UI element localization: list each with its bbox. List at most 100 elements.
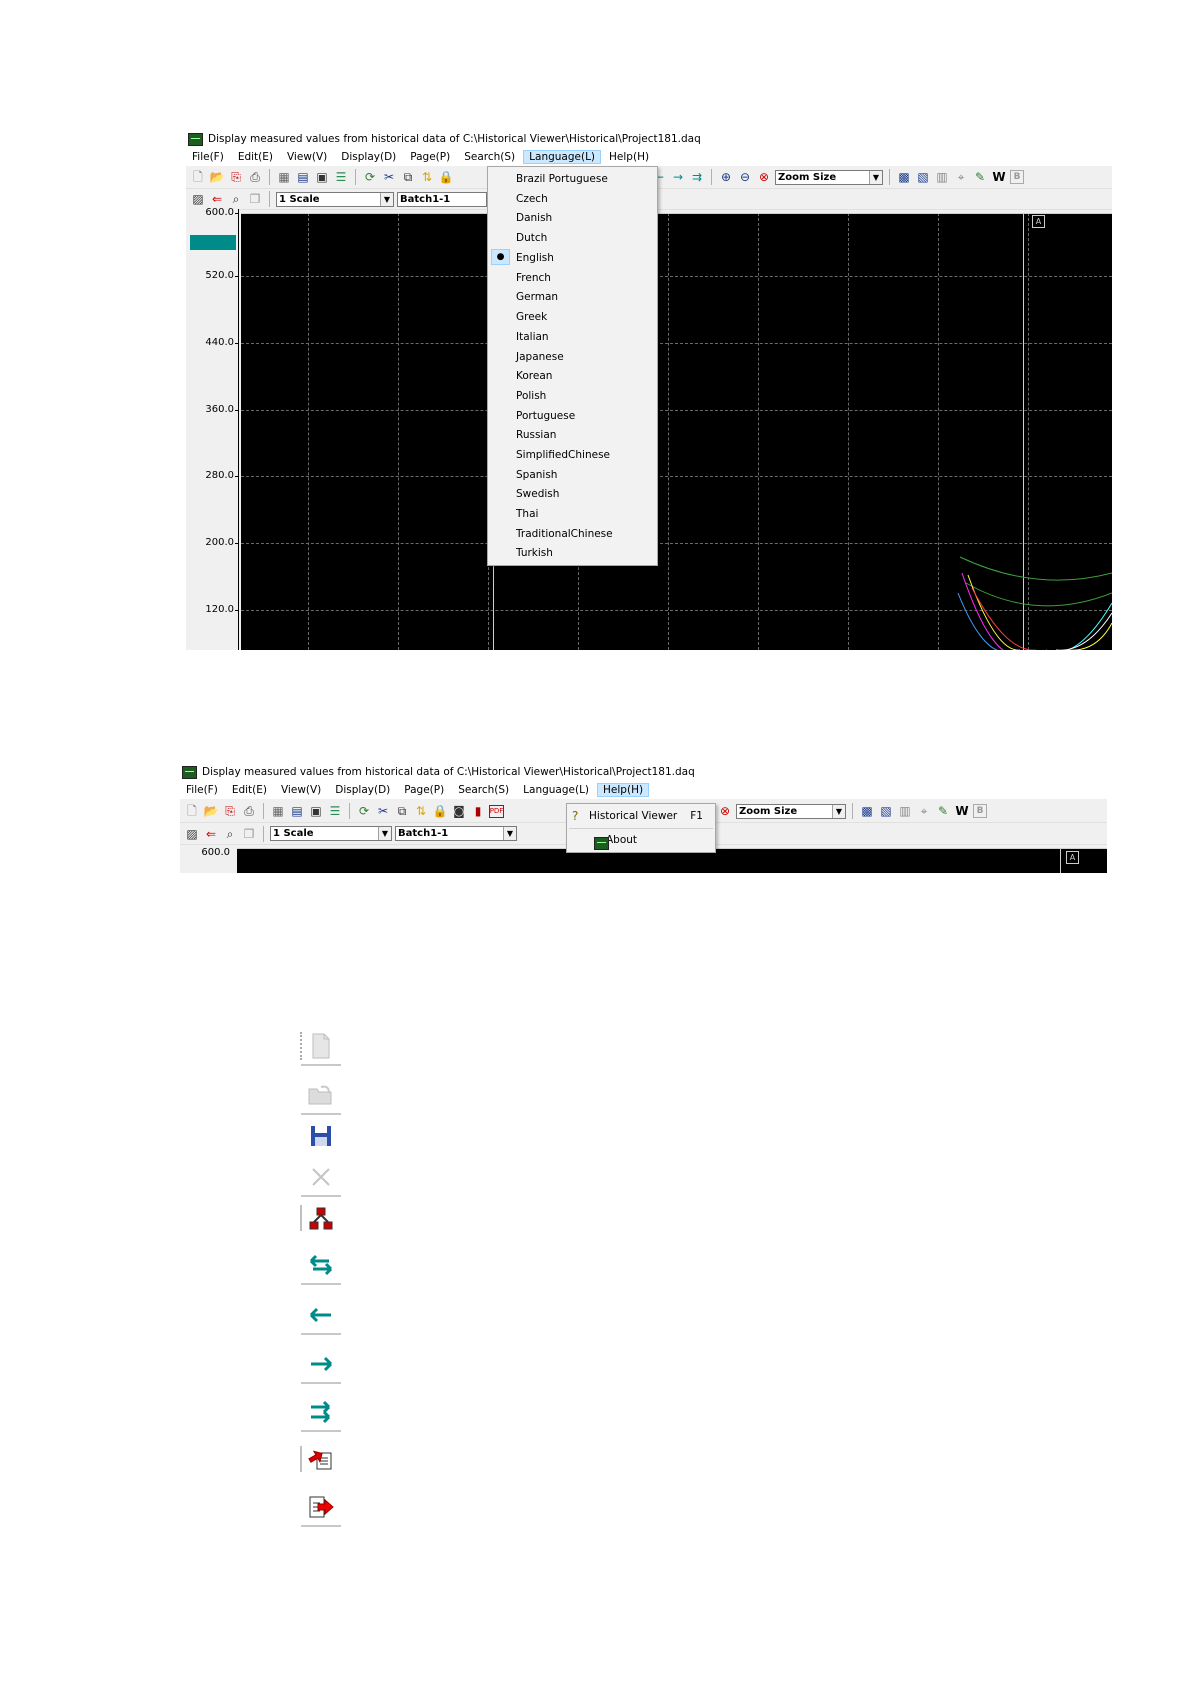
open-folder-icon[interactable]: 📂: [209, 169, 225, 185]
menu-display[interactable]: Display(D): [335, 150, 402, 164]
menu-file[interactable]: File(F): [186, 150, 230, 164]
batch-combo[interactable]: Batch1-1 ▼: [395, 826, 517, 841]
cursor-icon[interactable]: ⌖: [916, 803, 932, 819]
table-view-icon[interactable]: ▤: [295, 169, 311, 185]
table-view-icon[interactable]: ▤: [289, 803, 305, 819]
grid-view-icon[interactable]: ▦: [270, 803, 286, 819]
film-icon[interactable]: ▮: [470, 803, 486, 819]
new-document-button[interactable]: [300, 1026, 341, 1066]
language-item[interactable]: Turkish: [488, 544, 657, 562]
arrow-right-button[interactable]: [301, 1344, 341, 1384]
refresh-icon[interactable]: ⟳: [362, 169, 378, 185]
list-view-icon[interactable]: ☰: [333, 169, 349, 185]
chart-grid-icon[interactable]: ▥: [897, 803, 913, 819]
exit-page-button[interactable]: [301, 1487, 341, 1527]
help-item-about[interactable]: About: [567, 831, 715, 850]
search-icon[interactable]: ⌕: [228, 191, 244, 207]
pages-icon[interactable]: ❐: [247, 191, 263, 207]
arrow-left-button[interactable]: [301, 1295, 341, 1335]
menu-page[interactable]: Page(P): [398, 783, 450, 797]
export-icon[interactable]: ⎘: [222, 803, 238, 819]
close-button[interactable]: [301, 1157, 341, 1197]
pen-icon[interactable]: ✎: [935, 803, 951, 819]
w-button[interactable]: W: [991, 169, 1007, 185]
language-item[interactable]: Dutch: [488, 229, 657, 247]
menu-display[interactable]: Display(D): [329, 783, 396, 797]
zoom-reset-icon[interactable]: ⊗: [717, 803, 733, 819]
open-folder-button[interactable]: [301, 1075, 341, 1115]
cursor-marker-a[interactable]: A: [1032, 215, 1045, 228]
zoom-size-combo[interactable]: Zoom Size ▼: [736, 803, 846, 819]
new-document-icon[interactable]: 🗋: [184, 803, 200, 819]
chevron-down-icon[interactable]: ▼: [380, 192, 393, 206]
chart-icon[interactable]: ▨: [184, 826, 200, 842]
menu-search[interactable]: Search(S): [458, 150, 521, 164]
chart-icon[interactable]: ▨: [190, 191, 206, 207]
double-arrow-right-icon[interactable]: ⇉: [689, 169, 705, 185]
language-item[interactable]: Danish: [488, 209, 657, 227]
language-item[interactable]: Russian: [488, 426, 657, 444]
b-button[interactable]: B: [1010, 170, 1024, 184]
report-icon[interactable]: ▣: [314, 169, 330, 185]
zoom-reset-icon[interactable]: ⊗: [756, 169, 772, 185]
export-page-icon[interactable]: ⇐: [209, 191, 225, 207]
language-item[interactable]: Swedish: [488, 485, 657, 503]
menu-language[interactable]: Language(L): [523, 150, 602, 164]
channel-marker[interactable]: [190, 235, 236, 250]
menu-help[interactable]: Help(H): [603, 150, 655, 164]
language-item[interactable]: Portuguese: [488, 407, 657, 425]
menu-file[interactable]: File(F): [180, 783, 224, 797]
w-button[interactable]: W: [954, 803, 970, 819]
language-item[interactable]: Brazil Portuguese: [488, 170, 657, 188]
menu-view[interactable]: View(V): [281, 150, 333, 164]
trend-plot-area[interactable]: A: [241, 213, 1112, 650]
language-item[interactable]: TraditionalChinese: [488, 525, 657, 543]
chart-setting-icon[interactable]: ▩: [859, 803, 875, 819]
search-icon[interactable]: ⌕: [222, 826, 238, 842]
camera-icon[interactable]: ◙: [451, 803, 467, 819]
chevron-down-icon[interactable]: ▼: [378, 827, 391, 840]
arrow-right-icon[interactable]: →: [670, 169, 686, 185]
chart-setting-icon[interactable]: ▩: [896, 169, 912, 185]
sort-icon[interactable]: ⇅: [419, 169, 435, 185]
export-page-icon[interactable]: ⇐: [203, 826, 219, 842]
menu-view[interactable]: View(V): [275, 783, 327, 797]
cut-icon[interactable]: ✂: [381, 169, 397, 185]
print-icon[interactable]: ⎙: [247, 169, 263, 185]
cursor-line[interactable]: [1060, 848, 1061, 873]
sort-icon[interactable]: ⇅: [413, 803, 429, 819]
double-arrow-button[interactable]: [301, 1245, 341, 1285]
report-icon[interactable]: ▣: [308, 803, 324, 819]
language-item[interactable]: Greek: [488, 308, 657, 326]
batch-combo[interactable]: Batch1-1: [397, 191, 487, 207]
zoom-size-combo[interactable]: Zoom Size ▼: [775, 169, 883, 185]
chevron-down-icon[interactable]: ▼: [869, 170, 882, 184]
cursor-marker-a[interactable]: A: [1066, 851, 1079, 864]
chart-compare-icon[interactable]: ▧: [878, 803, 894, 819]
pen-icon[interactable]: ✎: [972, 169, 988, 185]
copy-icon[interactable]: ⧉: [394, 803, 410, 819]
language-item[interactable]: Czech: [488, 190, 657, 208]
language-item[interactable]: Japanese: [488, 348, 657, 366]
refresh-icon[interactable]: ⟳: [356, 803, 372, 819]
zoom-out-icon[interactable]: ⊖: [737, 169, 753, 185]
pages-icon[interactable]: ❐: [241, 826, 257, 842]
language-item[interactable]: Italian: [488, 328, 657, 346]
menu-search[interactable]: Search(S): [452, 783, 515, 797]
copy-icon[interactable]: ⧉: [400, 169, 416, 185]
lock-icon[interactable]: 🔒: [438, 169, 454, 185]
grid-view-icon[interactable]: ▦: [276, 169, 292, 185]
scale-combo[interactable]: 1 Scale ▼: [270, 826, 392, 841]
print-icon[interactable]: ⎙: [241, 803, 257, 819]
language-item-selected[interactable]: English: [488, 249, 657, 267]
chevron-down-icon[interactable]: ▼: [832, 804, 845, 818]
cursor-icon[interactable]: ⌖: [953, 169, 969, 185]
double-arrow-right-button[interactable]: [301, 1392, 341, 1432]
new-document-icon[interactable]: 🗋: [190, 169, 206, 185]
help-item-historical-viewer[interactable]: ? Historical Viewer F1: [567, 807, 715, 825]
b-button[interactable]: B: [973, 804, 987, 818]
menu-page[interactable]: Page(P): [404, 150, 456, 164]
language-item[interactable]: French: [488, 269, 657, 287]
chevron-down-icon[interactable]: ▼: [503, 827, 516, 840]
export-icon[interactable]: ⎘: [228, 169, 244, 185]
